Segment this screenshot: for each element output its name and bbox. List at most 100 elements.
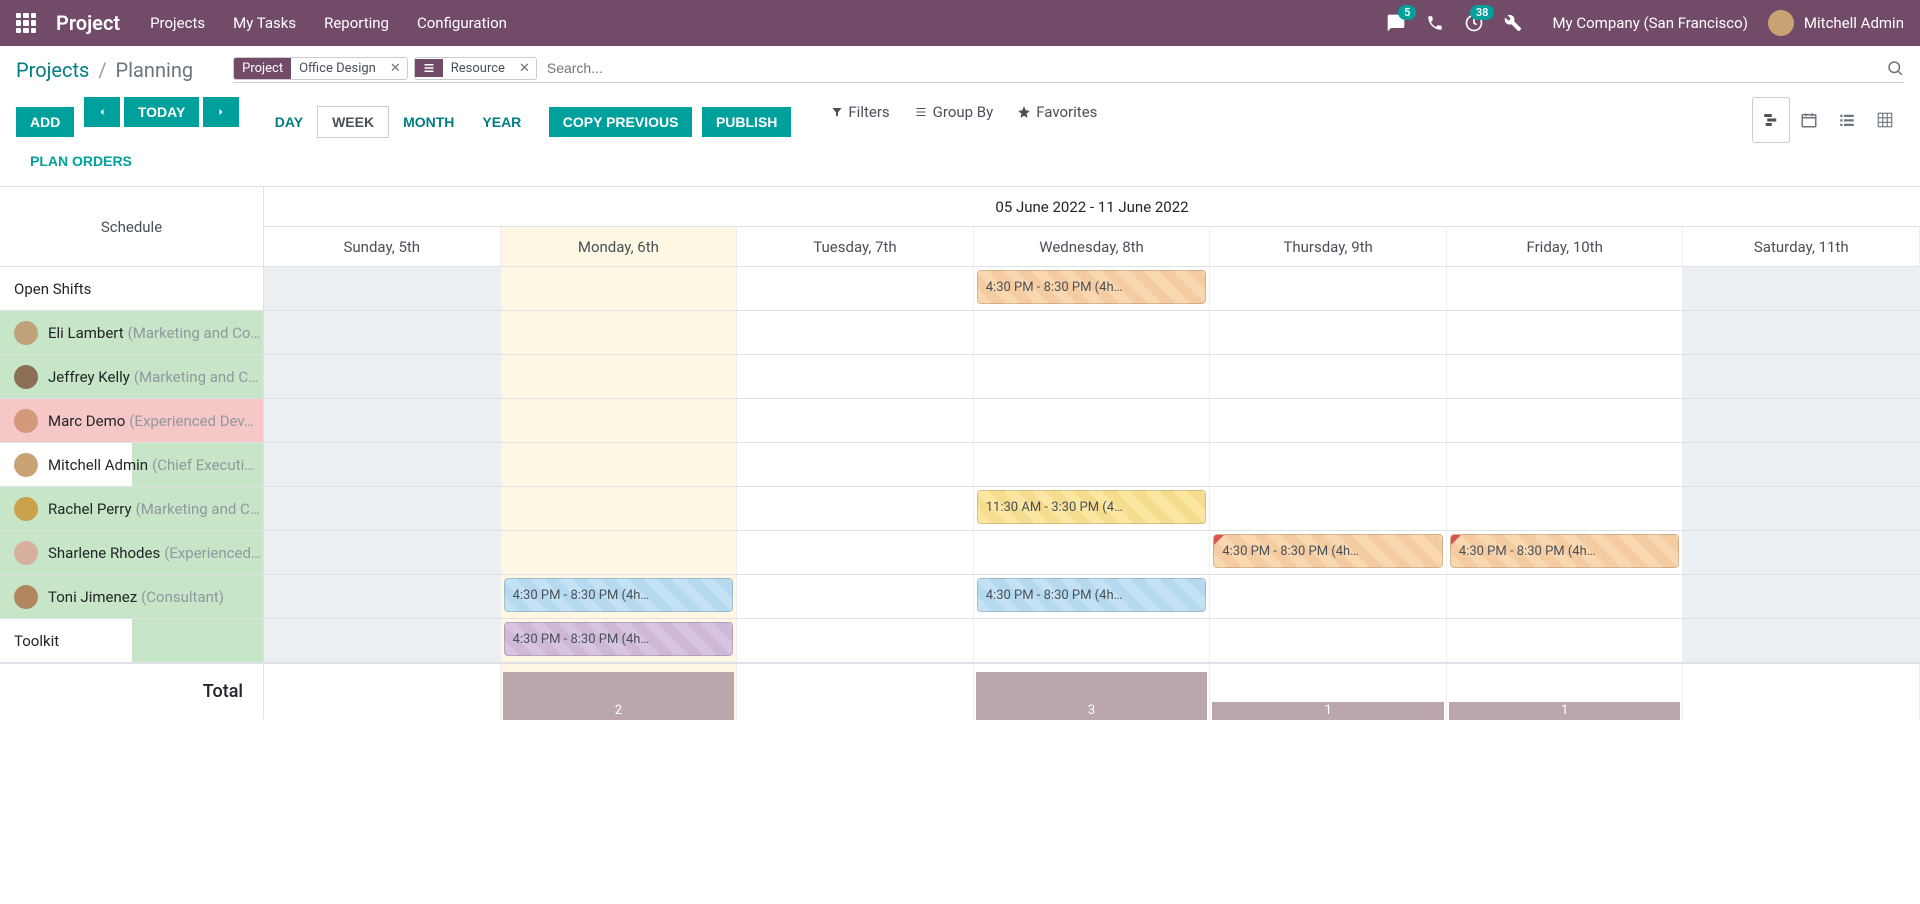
next-button[interactable] xyxy=(203,97,239,127)
gantt-cell[interactable] xyxy=(264,311,501,354)
gantt-cell[interactable]: 11:30 AM - 3:30 PM (4… xyxy=(974,487,1211,530)
gantt-cell[interactable] xyxy=(1210,355,1447,398)
gantt-cell[interactable] xyxy=(1447,267,1684,310)
shift-pill[interactable]: 11:30 AM - 3:30 PM (4… xyxy=(977,490,1207,524)
gantt-cell[interactable] xyxy=(501,487,738,530)
gantt-cell[interactable] xyxy=(264,267,501,310)
gantt-cell[interactable] xyxy=(1210,619,1447,662)
gantt-cell[interactable] xyxy=(501,311,738,354)
gantt-cell[interactable] xyxy=(264,619,501,662)
shift-pill[interactable]: 4:30 PM - 8:30 PM (4h… xyxy=(1213,534,1443,568)
filters-dropdown[interactable]: Filters xyxy=(831,103,889,121)
resource-row[interactable]: Marc Demo (Experienced Dev… xyxy=(0,399,264,443)
gantt-cell[interactable] xyxy=(1447,487,1684,530)
gantt-cell[interactable] xyxy=(974,619,1211,662)
gantt-cell[interactable]: 4:30 PM - 8:30 PM (4h… xyxy=(1210,531,1447,574)
gantt-cell[interactable] xyxy=(737,355,974,398)
nav-projects[interactable]: Projects xyxy=(150,14,205,32)
gantt-cell[interactable] xyxy=(737,619,974,662)
gantt-cell[interactable]: 4:30 PM - 8:30 PM (4h… xyxy=(1447,531,1684,574)
gantt-cell[interactable] xyxy=(1683,575,1920,618)
gantt-cell[interactable] xyxy=(1447,619,1684,662)
today-button[interactable]: TODAY xyxy=(124,97,199,127)
gantt-cell[interactable]: 4:30 PM - 8:30 PM (4h… xyxy=(974,267,1211,310)
gantt-cell[interactable] xyxy=(974,531,1211,574)
gantt-cell[interactable] xyxy=(264,355,501,398)
debug-icon[interactable] xyxy=(1504,14,1522,32)
gantt-cell[interactable] xyxy=(737,443,974,486)
gantt-cell[interactable] xyxy=(1683,267,1920,310)
gantt-cell[interactable] xyxy=(264,399,501,442)
resource-row[interactable]: Mitchell Admin (Chief Executi… xyxy=(0,443,264,487)
nav-my-tasks[interactable]: My Tasks xyxy=(233,14,296,32)
gantt-cell[interactable]: 4:30 PM - 8:30 PM (4h… xyxy=(501,575,738,618)
shift-pill[interactable]: 4:30 PM - 8:30 PM (4h… xyxy=(977,270,1207,304)
nav-configuration[interactable]: Configuration xyxy=(417,14,507,32)
gantt-cell[interactable] xyxy=(1210,311,1447,354)
resource-row[interactable]: Rachel Perry (Marketing and C… xyxy=(0,487,264,531)
gantt-cell[interactable] xyxy=(1683,311,1920,354)
scale-day[interactable]: DAY xyxy=(261,106,317,138)
gantt-cell[interactable] xyxy=(264,531,501,574)
gantt-cell[interactable] xyxy=(1210,267,1447,310)
gantt-cell[interactable] xyxy=(1210,399,1447,442)
shift-pill[interactable]: 4:30 PM - 8:30 PM (4h… xyxy=(504,622,734,656)
gantt-cell[interactable] xyxy=(264,575,501,618)
view-list[interactable] xyxy=(1828,97,1866,143)
gantt-cell[interactable] xyxy=(1447,355,1684,398)
add-button[interactable]: ADD xyxy=(16,107,74,137)
apps-icon[interactable] xyxy=(16,13,36,33)
gantt-cell[interactable] xyxy=(1683,443,1920,486)
prev-button[interactable] xyxy=(84,97,120,127)
gantt-cell[interactable] xyxy=(501,399,738,442)
gantt-cell[interactable] xyxy=(737,267,974,310)
nav-reporting[interactable]: Reporting xyxy=(324,14,389,32)
gantt-cell[interactable] xyxy=(737,399,974,442)
gantt-cell[interactable] xyxy=(974,443,1211,486)
shift-pill[interactable]: 4:30 PM - 8:30 PM (4h… xyxy=(977,578,1207,612)
gantt-cell[interactable] xyxy=(1447,311,1684,354)
gantt-cell[interactable] xyxy=(737,311,974,354)
gantt-cell[interactable] xyxy=(501,267,738,310)
shift-pill[interactable]: 4:30 PM - 8:30 PM (4h… xyxy=(1450,534,1680,568)
groupby-dropdown[interactable]: Group By xyxy=(914,103,994,121)
facet-remove-icon[interactable]: ✕ xyxy=(384,61,407,76)
resource-row[interactable]: Toni Jimenez (Consultant) xyxy=(0,575,264,619)
resource-row[interactable]: Open Shifts xyxy=(0,267,264,311)
resource-row[interactable]: Eli Lambert (Marketing and Co… xyxy=(0,311,264,355)
search-box[interactable]: Project Office Design ✕ Resource ✕ xyxy=(233,56,1904,83)
facet-remove-icon[interactable]: ✕ xyxy=(513,61,536,76)
gantt-cell[interactable] xyxy=(1447,443,1684,486)
gantt-cell[interactable] xyxy=(1210,575,1447,618)
publish-button[interactable]: PUBLISH xyxy=(702,107,791,137)
scale-year[interactable]: YEAR xyxy=(468,106,535,138)
gantt-cell[interactable] xyxy=(974,399,1211,442)
app-brand[interactable]: Project xyxy=(56,11,120,35)
messaging-icon[interactable]: 5 xyxy=(1386,13,1406,33)
scale-week[interactable]: WEEK xyxy=(317,106,389,138)
favorites-dropdown[interactable]: Favorites xyxy=(1017,103,1097,121)
copy-previous-button[interactable]: COPY PREVIOUS xyxy=(549,107,693,137)
gantt-cell[interactable] xyxy=(1447,399,1684,442)
gantt-cell[interactable] xyxy=(974,355,1211,398)
gantt-cell[interactable] xyxy=(1683,487,1920,530)
gantt-cell[interactable] xyxy=(737,531,974,574)
breadcrumb-parent[interactable]: Projects xyxy=(16,58,89,82)
gantt-cell[interactable] xyxy=(737,575,974,618)
gantt-cell[interactable] xyxy=(501,531,738,574)
gantt-cell[interactable] xyxy=(501,443,738,486)
user-menu[interactable]: Mitchell Admin xyxy=(1768,10,1904,36)
view-gantt[interactable] xyxy=(1752,97,1790,143)
activities-icon[interactable]: 38 xyxy=(1464,13,1484,33)
gantt-cell[interactable] xyxy=(1683,531,1920,574)
gantt-cell[interactable]: 4:30 PM - 8:30 PM (4h… xyxy=(501,619,738,662)
resource-row[interactable]: Sharlene Rhodes (Experienced… xyxy=(0,531,264,575)
plan-orders-button[interactable]: PLAN ORDERS xyxy=(16,146,146,176)
company-selector[interactable]: My Company (San Francisco) xyxy=(1552,14,1747,32)
gantt-cell[interactable] xyxy=(1210,487,1447,530)
gantt-cell[interactable] xyxy=(264,487,501,530)
gantt-cell[interactable] xyxy=(1210,443,1447,486)
phone-icon[interactable] xyxy=(1426,14,1444,32)
shift-pill[interactable]: 4:30 PM - 8:30 PM (4h… xyxy=(504,578,734,612)
resource-row[interactable]: Jeffrey Kelly (Marketing and C… xyxy=(0,355,264,399)
